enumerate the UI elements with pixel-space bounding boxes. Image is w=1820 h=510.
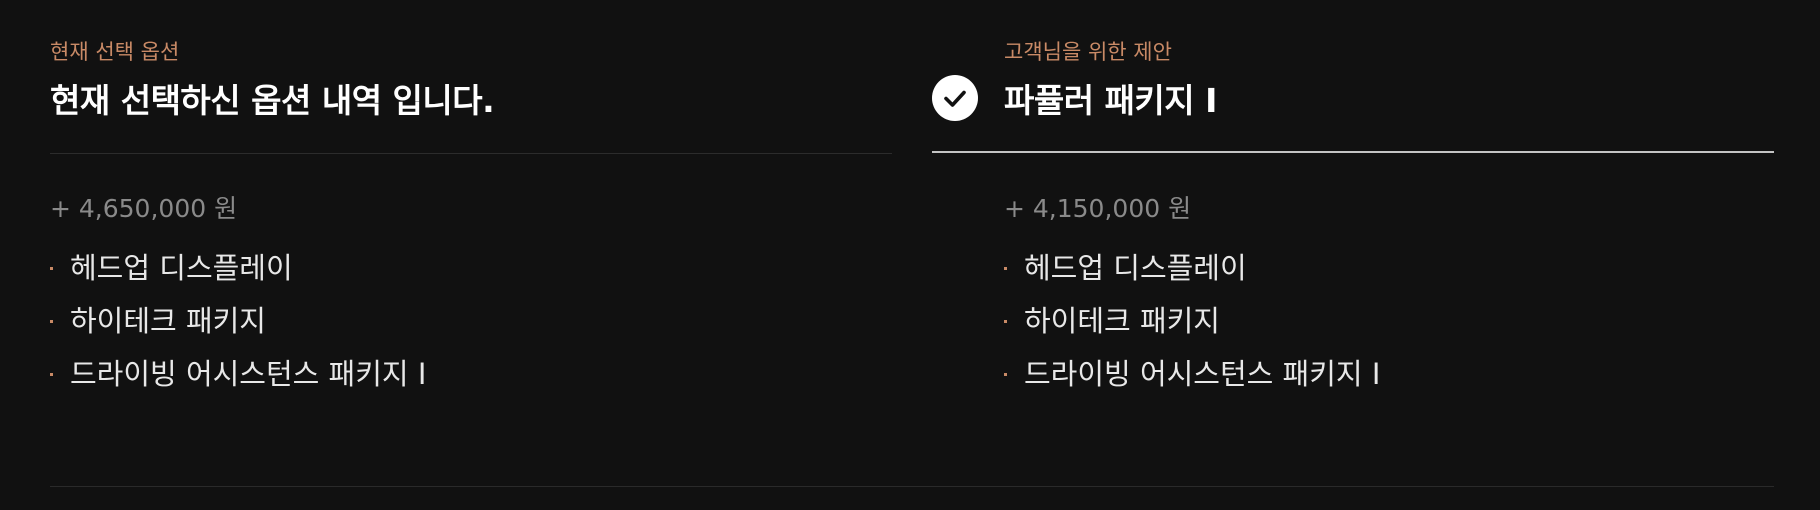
package-offer-title: 파퓰러 패키지 I [1004, 81, 1217, 120]
check-circle-icon[interactable] [932, 75, 978, 121]
feature-label: 하이테크 패키지 [70, 304, 266, 338]
feature-item: 헤드업 디스플레이 [1004, 246, 1380, 299]
bullet-icon [50, 267, 53, 270]
bullet-icon [50, 373, 53, 376]
feature-label: 드라이빙 어시스턴스 패키지 I [1024, 357, 1381, 391]
feature-label: 드라이빙 어시스턴스 패키지 I [70, 357, 427, 391]
bullet-icon [1004, 320, 1007, 323]
feature-label: 헤드업 디스플레이 [1024, 251, 1247, 285]
feature-label: 하이테크 패키지 [1024, 304, 1220, 338]
current-options-eyebrow: 현재 선택 옵션 [50, 40, 180, 64]
current-options-divider [50, 153, 892, 154]
bullet-icon [1004, 373, 1007, 376]
bullet-icon [1004, 267, 1007, 270]
feature-item: 하이테크 패키지 [50, 299, 426, 352]
current-options-feature-list: 헤드업 디스플레이 하이테크 패키지 드라이빙 어시스턴스 패키지 I [50, 246, 426, 405]
feature-label: 헤드업 디스플레이 [70, 251, 293, 285]
section-bottom-divider [50, 486, 1774, 487]
package-offer-feature-list: 헤드업 디스플레이 하이테크 패키지 드라이빙 어시스턴스 패키지 I [1004, 246, 1380, 405]
package-offer-eyebrow: 고객님을 위한 제안 [1004, 40, 1172, 64]
feature-item: 드라이빙 어시스턴스 패키지 I [50, 352, 426, 405]
bullet-icon [50, 320, 53, 323]
feature-item: 헤드업 디스플레이 [50, 246, 426, 299]
package-offer-price: + 4,150,000 원 [1004, 194, 1192, 223]
current-options-title: 현재 선택하신 옵션 내역 입니다. [50, 81, 495, 120]
feature-item: 하이테크 패키지 [1004, 299, 1380, 352]
current-options-price: + 4,650,000 원 [50, 194, 238, 223]
package-offer-divider [932, 151, 1774, 153]
feature-item: 드라이빙 어시스턴스 패키지 I [1004, 352, 1380, 405]
